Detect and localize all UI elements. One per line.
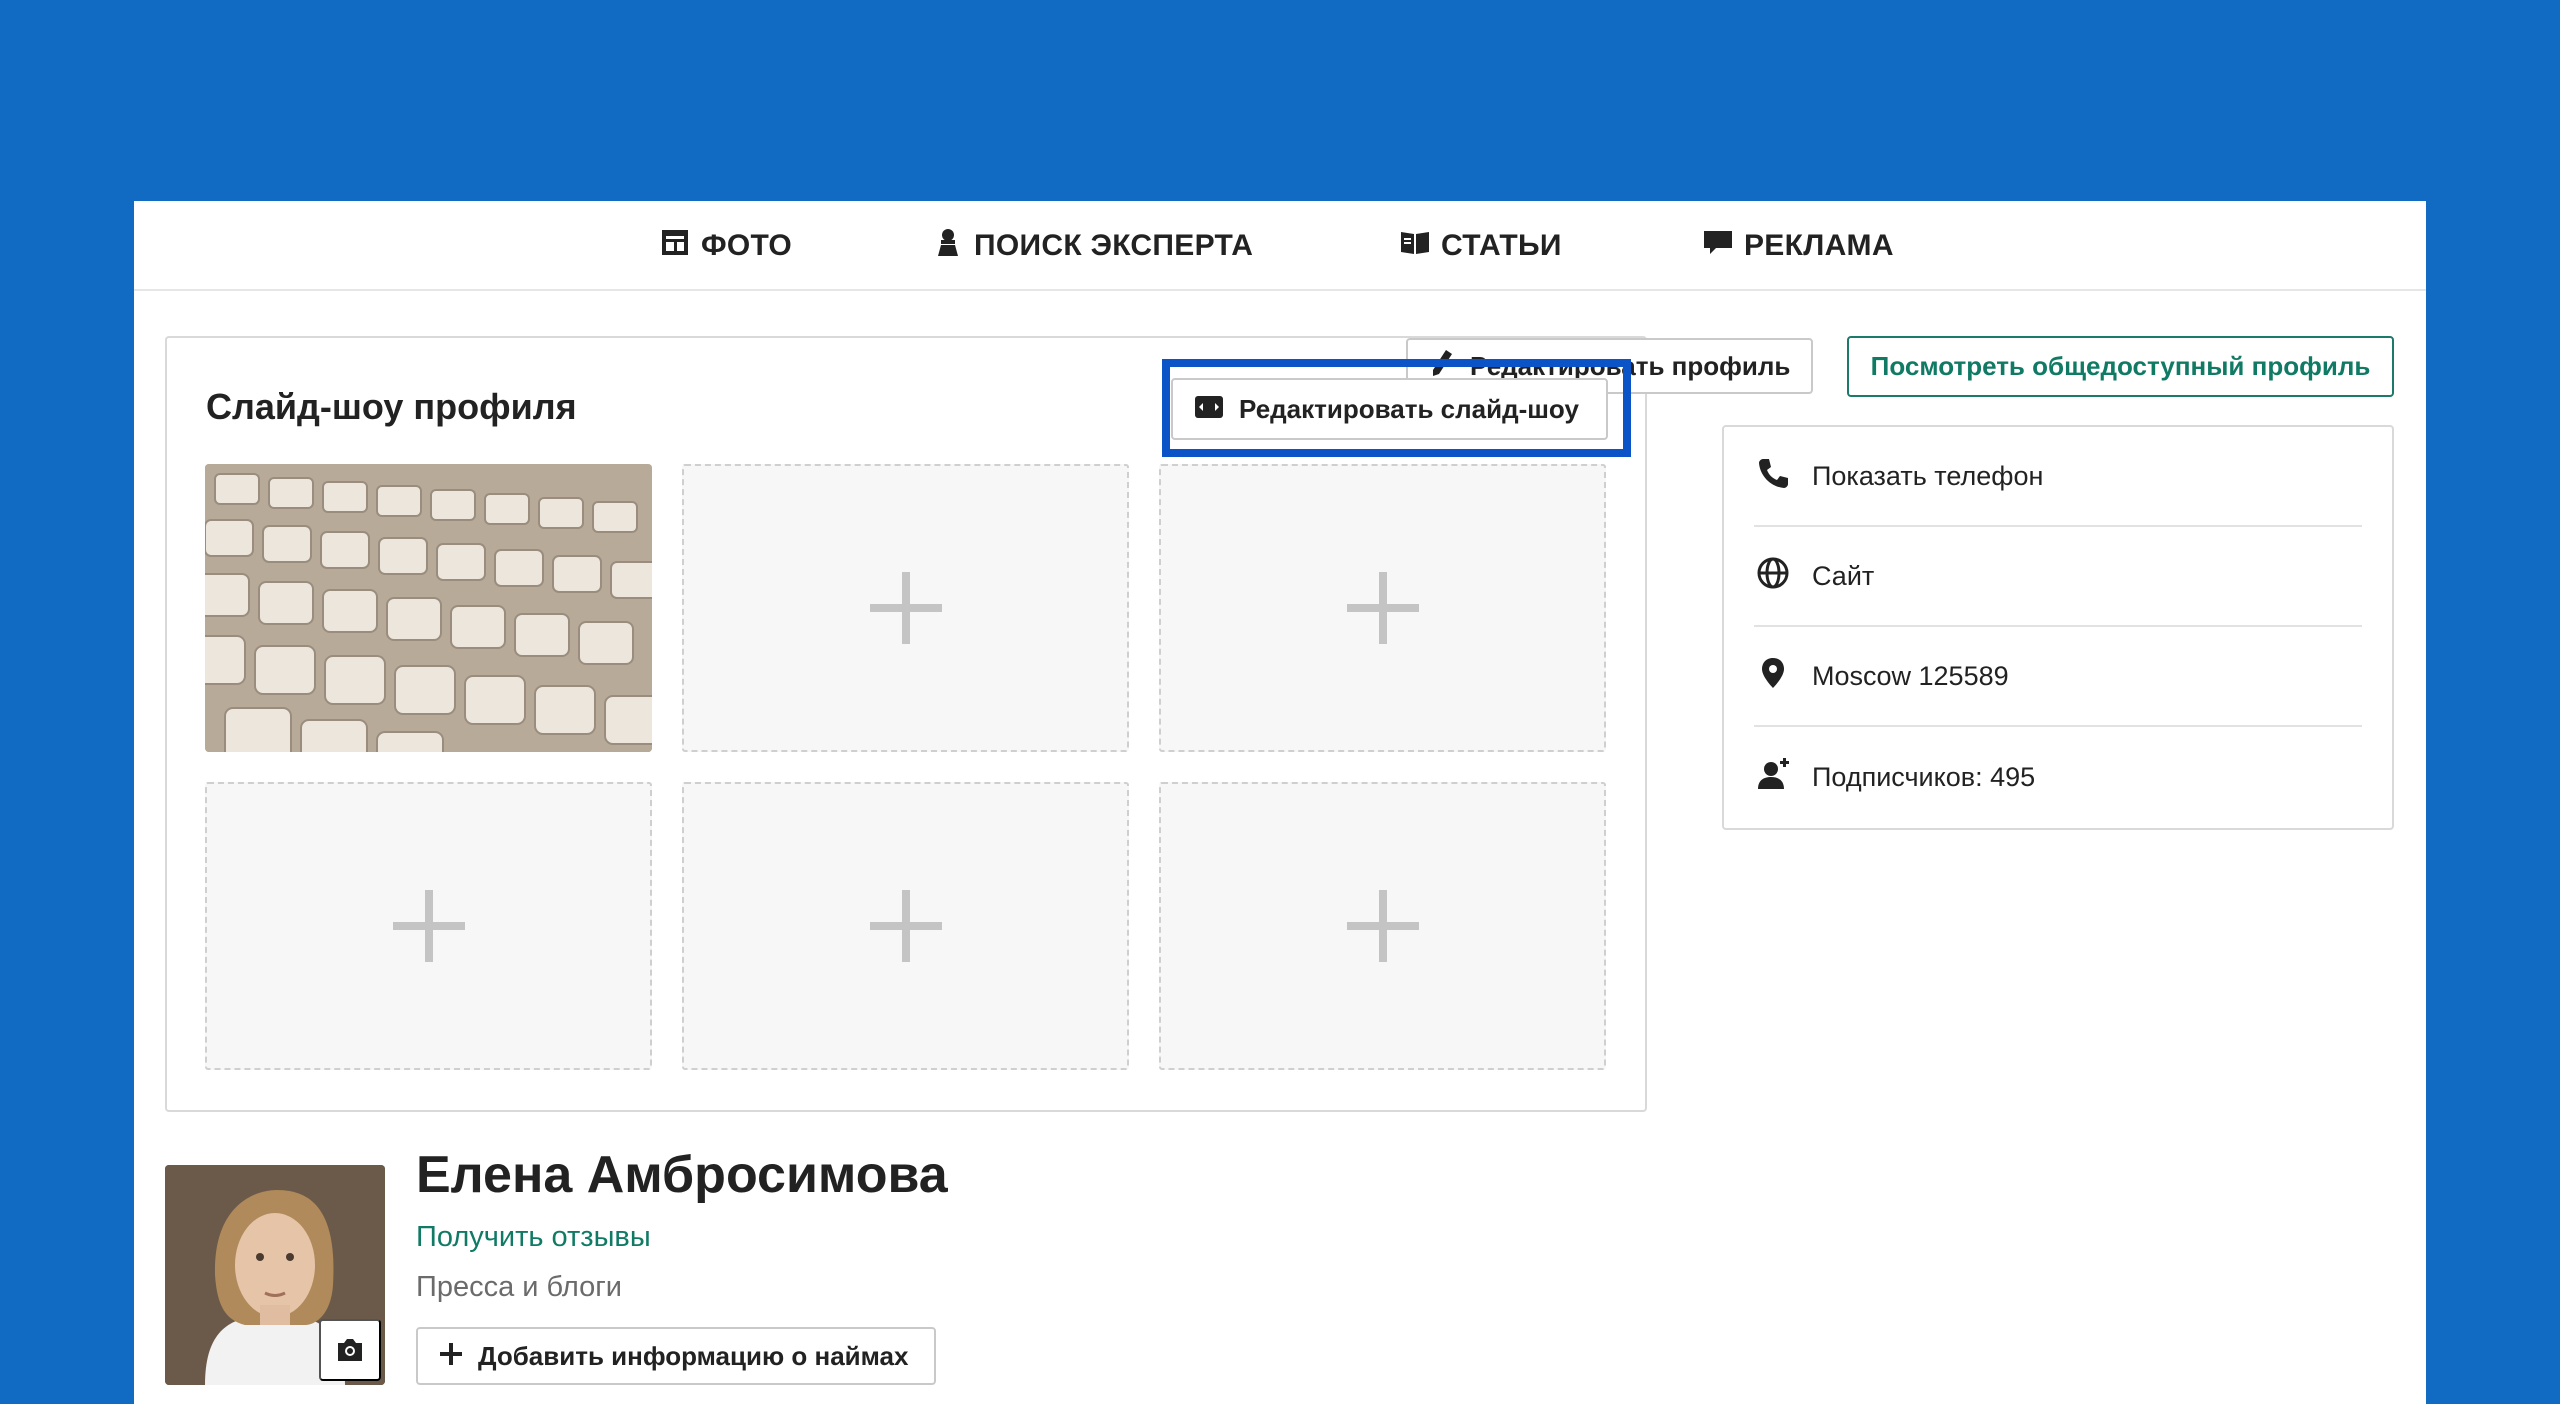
nav-expert-search[interactable]: ПОИСК ЭКСПЕРТА [932, 201, 1253, 291]
view-public-profile-button[interactable]: Посмотреть общедоступный профиль [1847, 336, 2394, 397]
photo-album-icon [659, 226, 691, 266]
contact-followers-label: Подписчиков: 495 [1812, 761, 2036, 792]
plus-icon [1346, 572, 1419, 644]
profile-name: Елена Амбросимова [416, 1146, 948, 1204]
contact-site[interactable]: Сайт [1754, 527, 2362, 627]
slideshow-empty-tile[interactable] [1159, 464, 1606, 752]
book-icon [1399, 226, 1431, 266]
phone-icon [1754, 456, 1790, 497]
focus-highlight [1162, 359, 1631, 457]
profile-page: ФОТО ПОИСК ЭКСПЕРТА СТАТЬИ РЕКЛАМА Слайд… [134, 201, 2426, 1404]
profile-category: Пресса и блоги [416, 1271, 623, 1303]
avatar [165, 1165, 385, 1385]
contact-info-card: Показать телефон Сайт Moscow 125589 Подп… [1722, 425, 2394, 830]
location-pin-icon [1754, 656, 1790, 697]
get-reviews-link[interactable]: Получить отзывы [416, 1221, 651, 1254]
followers-icon [1754, 757, 1790, 798]
change-avatar-button[interactable] [319, 1319, 381, 1381]
contact-phone[interactable]: Показать телефон [1754, 427, 2362, 527]
chat-icon [1702, 226, 1734, 266]
slideshow-empty-tile[interactable] [205, 782, 652, 1070]
top-navigation: ФОТО ПОИСК ЭКСПЕРТА СТАТЬИ РЕКЛАМА [134, 201, 2426, 291]
contact-followers: Подписчиков: 495 [1754, 727, 2362, 827]
plus-icon [1346, 890, 1419, 962]
globe-icon [1754, 556, 1790, 597]
nav-articles[interactable]: СТАТЬИ [1399, 201, 1562, 291]
nav-ads-label: РЕКЛАМА [1744, 229, 1894, 262]
nav-articles-label: СТАТЬИ [1441, 229, 1562, 262]
slideshow-empty-tile[interactable] [682, 464, 1129, 752]
contact-phone-label: Показать телефон [1812, 460, 2044, 491]
plus-icon [869, 890, 942, 962]
contact-site-label: Сайт [1812, 560, 1875, 591]
contact-location-label: Moscow 125589 [1812, 660, 2009, 691]
plus-icon [869, 572, 942, 644]
slideshow-empty-tile[interactable] [1159, 782, 1606, 1070]
contact-location: Moscow 125589 [1754, 627, 2362, 727]
nav-photo[interactable]: ФОТО [659, 201, 792, 291]
slideshow-photo-keyboard[interactable] [205, 464, 652, 752]
plus-icon [392, 890, 465, 962]
camera-icon [335, 1337, 365, 1363]
nav-expert-search-label: ПОИСК ЭКСПЕРТА [974, 229, 1254, 262]
add-hires-label: Добавить информацию о наймах [478, 1340, 909, 1371]
plus-icon [440, 1341, 462, 1372]
nav-photo-label: ФОТО [701, 229, 793, 262]
nav-ads[interactable]: РЕКЛАМА [1702, 201, 1894, 291]
expert-icon [932, 226, 964, 266]
slideshow-empty-tile[interactable] [682, 782, 1129, 1070]
slideshow-title: Слайд-шоу профиля [206, 386, 577, 427]
add-hires-button[interactable]: Добавить информацию о наймах [416, 1327, 936, 1385]
